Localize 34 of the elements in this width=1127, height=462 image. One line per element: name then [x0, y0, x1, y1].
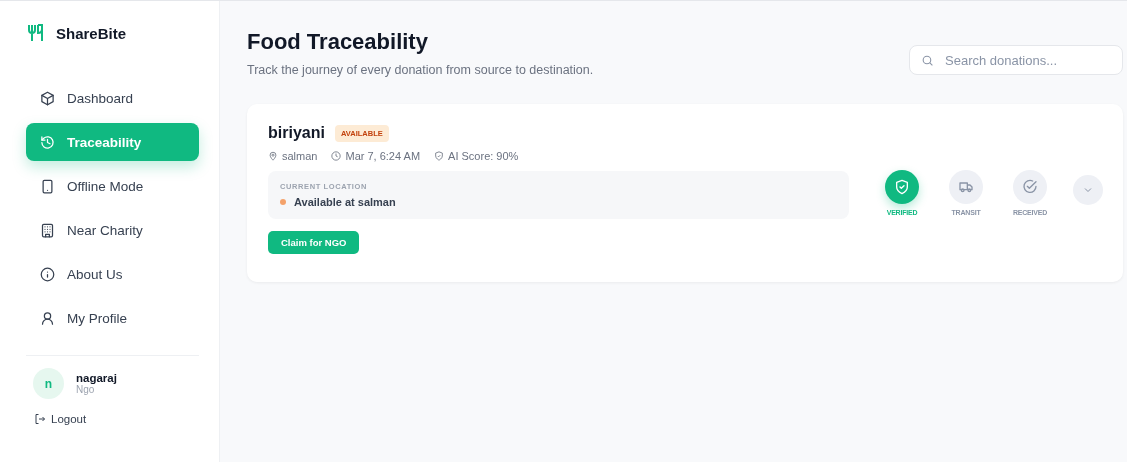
history-icon [40, 134, 55, 150]
nav-item[interactable]: Near Charity [26, 211, 199, 249]
brand-name: ShareBite [56, 24, 127, 42]
clock-icon [331, 151, 342, 161]
expand-button[interactable] [1073, 175, 1103, 205]
page-title: Food Traceability [247, 29, 429, 55]
donation-time: Mar 7, 6:24 AM [345, 150, 421, 162]
donation-name: biriyani [268, 124, 325, 142]
shield-check-icon [434, 151, 445, 161]
location-pin-icon [268, 151, 278, 161]
ai-score: AI Score: 90% [448, 150, 519, 162]
building-icon [40, 222, 55, 238]
box-icon [40, 90, 55, 106]
search-icon [921, 54, 934, 67]
page-subtitle: Track the journey of every donation from source to destination. [247, 63, 594, 77]
logout-button[interactable]: Logout [34, 413, 87, 425]
user-avatar: n [33, 368, 64, 399]
nav-item[interactable]: My Profile [26, 299, 199, 337]
tablet-icon [40, 178, 55, 194]
donor-name: salman [282, 150, 318, 162]
fork-logo-icon [28, 24, 44, 42]
search-field[interactable]: Search donations... [909, 45, 1123, 75]
nav-item[interactable]: About Us [26, 255, 199, 293]
location-text: Available at salman [294, 196, 396, 208]
info-icon [40, 266, 55, 282]
user-name: nagaraj [76, 372, 117, 384]
nav-item[interactable]: Dashboard [26, 79, 199, 117]
user-icon [40, 310, 55, 326]
user-role: Ngo [76, 384, 95, 395]
shield-check-icon [894, 179, 910, 195]
logout-icon [34, 413, 46, 425]
truck-icon [958, 179, 974, 195]
check-circle-icon [1022, 179, 1038, 195]
nav-item[interactable]: Offline Mode [26, 167, 199, 205]
